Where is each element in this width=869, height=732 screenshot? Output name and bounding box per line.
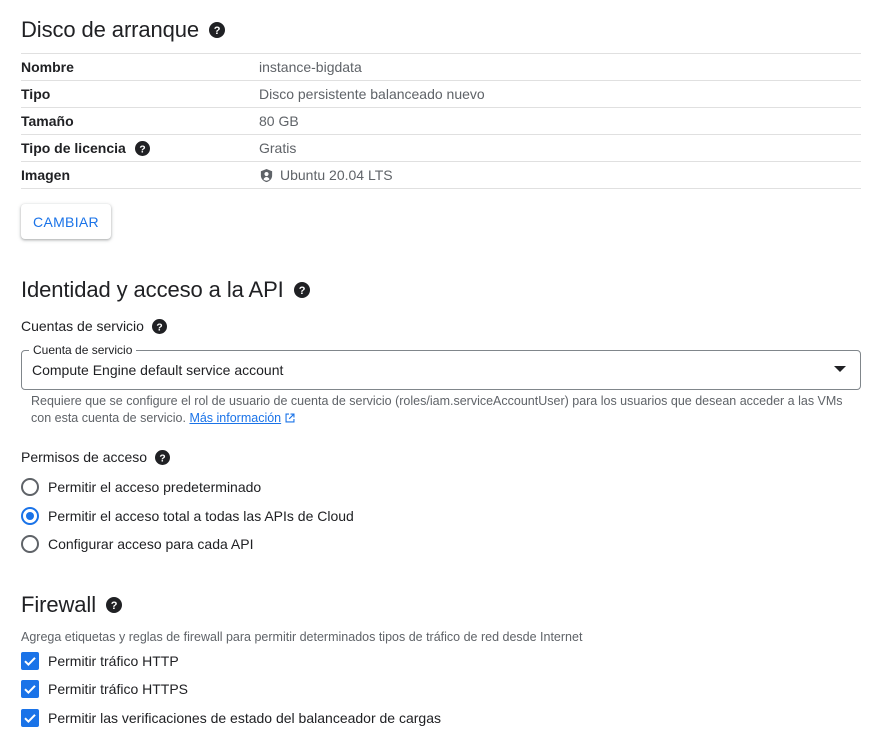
table-row: Nombre instance-bigdata bbox=[21, 54, 861, 81]
firewall-section-title: Firewall ? bbox=[21, 591, 122, 619]
identity-section-title: Identidad y acceso a la API ? bbox=[21, 276, 310, 304]
svg-text:?: ? bbox=[298, 285, 305, 297]
row-key: Tipo bbox=[21, 86, 51, 102]
service-account-hint: Requiere que se configure el rol de usua… bbox=[31, 393, 853, 429]
shield-icon bbox=[259, 168, 274, 183]
help-icon[interactable]: ? bbox=[151, 318, 167, 334]
radio-button[interactable] bbox=[21, 535, 39, 553]
boot-disk-table: Nombre instance-bigdata Tipo Disco persi… bbox=[21, 53, 861, 189]
row-key-label: Tipo de licencia bbox=[21, 140, 126, 156]
checkbox-allow-http[interactable]: Permitir tráfico HTTP bbox=[21, 650, 179, 672]
help-icon[interactable]: ? bbox=[293, 282, 310, 298]
more-info-link[interactable]: Más información bbox=[189, 411, 281, 425]
checkbox-label: Permitir las verificaciones de estado de… bbox=[48, 710, 441, 726]
boot-disk-section-title: Disco de arranque ? bbox=[21, 16, 226, 44]
hint-text: Requiere que se configure el rol de usua… bbox=[31, 394, 843, 425]
checkbox-allow-https[interactable]: Permitir tráfico HTTPS bbox=[21, 678, 188, 700]
identity-title: Identidad y acceso a la API bbox=[21, 277, 284, 302]
row-value: 80 GB bbox=[259, 113, 299, 129]
checkbox-label: Permitir tráfico HTTP bbox=[48, 653, 179, 669]
row-value: Disco persistente balanceado nuevo bbox=[259, 86, 485, 102]
help-icon[interactable]: ? bbox=[209, 22, 226, 38]
radio-button[interactable] bbox=[21, 478, 39, 496]
help-icon[interactable]: ? bbox=[134, 140, 150, 156]
checkmark-icon bbox=[24, 657, 36, 667]
svg-text:?: ? bbox=[159, 453, 165, 464]
image-name: Ubuntu 20.04 LTS bbox=[280, 167, 393, 183]
checkbox-label: Permitir tráfico HTTPS bbox=[48, 681, 189, 697]
select-value: Compute Engine default service account bbox=[32, 362, 284, 378]
checkbox-checked[interactable] bbox=[21, 652, 39, 670]
row-value-image: Ubuntu 20.04 LTS bbox=[259, 167, 393, 183]
radio-label: Permitir el acceso predeterminado bbox=[48, 479, 262, 495]
radio-option-per-api-access[interactable]: Configurar acceso para cada API bbox=[21, 533, 253, 555]
row-value: instance-bigdata bbox=[259, 59, 362, 75]
radio-option-default-access[interactable]: Permitir el acceso predeterminado bbox=[21, 476, 261, 498]
access-permissions-text: Permisos de acceso bbox=[21, 449, 148, 465]
firewall-title: Firewall bbox=[21, 592, 96, 617]
table-row: Tamaño 80 GB bbox=[21, 108, 861, 135]
radio-label: Permitir el acceso total a todas las API… bbox=[48, 508, 354, 524]
row-key: Tamaño bbox=[21, 113, 74, 129]
svg-text:?: ? bbox=[156, 322, 162, 333]
checkmark-icon bbox=[24, 685, 36, 695]
table-row: Tipo de licencia ? Gratis bbox=[21, 135, 861, 162]
change-boot-disk-button[interactable]: CAMBIAR bbox=[21, 204, 111, 239]
checkbox-checked[interactable] bbox=[21, 709, 39, 727]
row-key: Nombre bbox=[21, 59, 74, 75]
radio-option-full-access[interactable]: Permitir el acceso total a todas las API… bbox=[21, 505, 354, 527]
radio-label: Configurar acceso para cada API bbox=[48, 536, 254, 552]
firewall-description: Agrega etiquetas y reglas de firewall pa… bbox=[21, 630, 583, 644]
dropdown-arrow-icon bbox=[834, 366, 846, 372]
help-icon[interactable]: ? bbox=[155, 449, 171, 465]
table-row: Imagen Ubuntu 20.04 LTS bbox=[21, 162, 861, 189]
svg-text:?: ? bbox=[111, 600, 118, 612]
row-key-with-help: Tipo de licencia ? bbox=[21, 140, 259, 156]
radio-button-selected[interactable] bbox=[21, 507, 39, 525]
external-link-icon bbox=[284, 412, 296, 429]
help-icon[interactable]: ? bbox=[106, 597, 122, 613]
service-account-select[interactable]: Cuenta de servicio Compute Engine defaul… bbox=[21, 342, 861, 390]
service-accounts-text: Cuentas de servicio bbox=[21, 318, 144, 334]
row-value: Gratis bbox=[259, 140, 297, 156]
checkmark-icon bbox=[24, 714, 36, 724]
service-accounts-label: Cuentas de servicio ? bbox=[21, 316, 167, 336]
select-legend: Cuenta de servicio bbox=[29, 342, 137, 358]
table-row: Tipo Disco persistente balanceado nuevo bbox=[21, 81, 861, 108]
access-permissions-label: Permisos de acceso ? bbox=[21, 447, 171, 467]
svg-text:?: ? bbox=[139, 144, 145, 155]
svg-text:?: ? bbox=[214, 25, 221, 37]
boot-disk-title: Disco de arranque bbox=[21, 17, 200, 42]
checkbox-checked[interactable] bbox=[21, 680, 39, 698]
checkbox-allow-lb-health-checks[interactable]: Permitir las verificaciones de estado de… bbox=[21, 707, 441, 729]
row-key: Imagen bbox=[21, 167, 71, 183]
